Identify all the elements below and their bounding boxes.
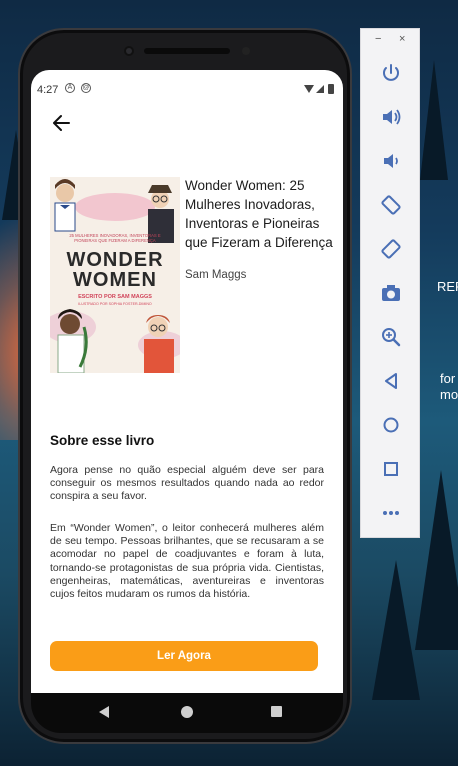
android-nav-bar: [31, 693, 343, 733]
nav-home-icon[interactable]: [181, 706, 193, 718]
arrow-left-icon: [53, 115, 70, 131]
book-title: Wonder Women: 25 Mulheres Inovadoras, In…: [185, 178, 333, 250]
back-button-emulator[interactable]: [377, 367, 405, 395]
more-icon: [383, 511, 399, 515]
overview-button-emulator[interactable]: [377, 455, 405, 483]
read-now-button[interactable]: Ler Agora: [50, 641, 318, 671]
background-tree: [420, 60, 448, 180]
overview-icon: [384, 462, 398, 476]
front-camera: [124, 46, 134, 56]
volume-down-button[interactable]: [377, 147, 405, 175]
about-paragraph: Agora pense no quão especial alguém deve…: [50, 464, 324, 503]
camera-icon: [382, 285, 400, 301]
background-tree: [372, 560, 420, 700]
volume-up-icon: [383, 109, 401, 125]
proximity-sensor: [242, 47, 250, 55]
cover-subtitle: 25 MULHERES INOVADORAS, INVENTORAS E PIO…: [69, 233, 161, 243]
phone-frame: 4:27 A @ 25 MULHERES INOVADORAS, INVENTO…: [18, 28, 352, 744]
status-bar: 4:27 A @: [31, 70, 343, 108]
background-tree: [415, 470, 458, 650]
rotate-left-button[interactable]: [377, 191, 405, 219]
signal-icon: [316, 85, 324, 93]
background-text: mo: [440, 387, 458, 402]
rotate-left-icon: [381, 195, 401, 215]
back-icon: [385, 373, 397, 389]
cover-byline: ESCRITO POR SAM MAGGS: [78, 294, 152, 300]
about-heading: Sobre esse livro: [50, 433, 155, 448]
book-author: Sam Maggs: [185, 269, 247, 281]
close-button[interactable]: ×: [399, 33, 405, 45]
rotate-right-button[interactable]: [377, 235, 405, 263]
zoom-icon: [382, 328, 401, 347]
cover-illustrator: ILUSTRADO POR SOPHIA FOSTER-DIMINO: [78, 302, 152, 306]
back-button[interactable]: [49, 110, 75, 136]
volume-down-icon: [384, 154, 398, 168]
earpiece-speaker: [144, 48, 230, 54]
background-text: REF: [437, 279, 458, 294]
app-screen: 4:27 A @ 25 MULHERES INOVADORAS, INVENTO…: [31, 70, 343, 693]
emulator-toolbar: − ×: [360, 28, 420, 538]
battery-icon: [328, 84, 334, 94]
cover-title-line2: WOMEN: [73, 269, 157, 291]
sync-icon: @: [81, 83, 91, 93]
about-paragraph: Em “Wonder Women”, o leitor conhecerá mu…: [50, 522, 324, 601]
home-button-emulator[interactable]: [377, 411, 405, 439]
more-button[interactable]: [377, 499, 405, 527]
power-icon: [383, 64, 399, 81]
power-button[interactable]: [377, 59, 405, 87]
status-time: 4:27: [37, 84, 59, 96]
notification-icon: A: [65, 83, 75, 93]
nav-overview-icon[interactable]: [271, 706, 282, 717]
minimize-button[interactable]: −: [375, 33, 381, 45]
nav-back-icon[interactable]: [99, 706, 109, 718]
zoom-button[interactable]: [377, 323, 405, 351]
rotate-right-icon: [381, 239, 401, 259]
book-cover[interactable]: 25 MULHERES INOVADORAS, INVENTORAS E PIO…: [50, 177, 180, 373]
screenshot-button[interactable]: [377, 279, 405, 307]
volume-up-button[interactable]: [377, 103, 405, 131]
toolbar-header: − ×: [361, 29, 421, 53]
background-text: for: [440, 371, 456, 386]
home-icon: [383, 417, 399, 433]
wifi-icon: [304, 85, 314, 93]
